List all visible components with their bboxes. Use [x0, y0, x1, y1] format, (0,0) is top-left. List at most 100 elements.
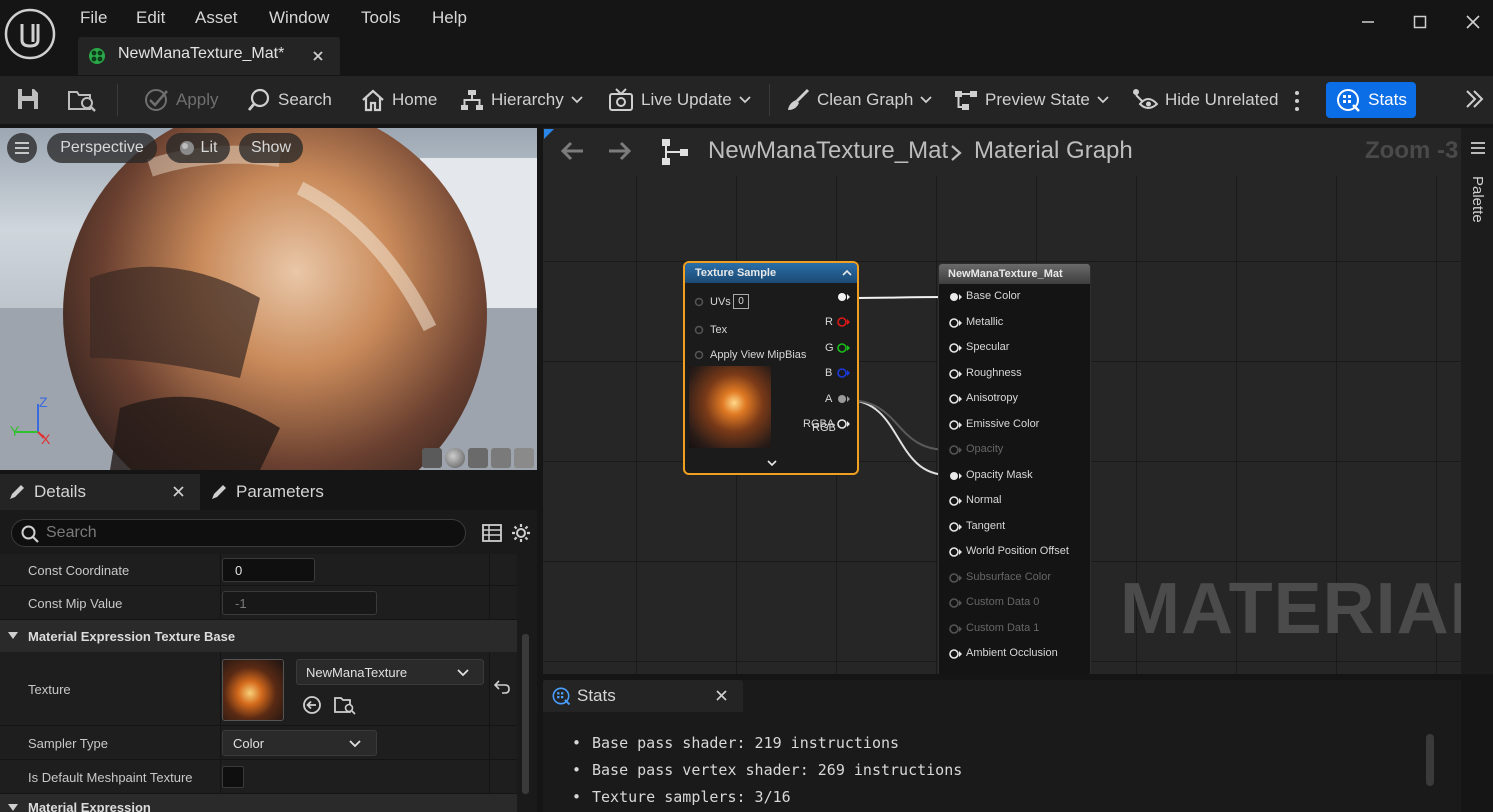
minimize-icon[interactable]	[1361, 15, 1375, 29]
back-arrow-icon[interactable]	[559, 140, 585, 162]
breadcrumb-graph[interactable]: Material Graph	[974, 137, 1133, 165]
pencil-icon	[10, 485, 24, 499]
category-material-expression[interactable]: Material Expression	[0, 794, 517, 812]
perspective-button[interactable]: Perspective	[47, 133, 157, 163]
stats-button[interactable]: Stats	[1326, 82, 1416, 118]
material-input-pin	[949, 623, 962, 634]
material-input-pin[interactable]	[948, 419, 964, 431]
plane-mesh-button[interactable]	[468, 448, 488, 468]
sampler-type-dropdown[interactable]: Color	[222, 730, 377, 756]
material-input-pin[interactable]	[948, 648, 964, 660]
browse-asset-icon[interactable]	[68, 87, 96, 113]
close-tab-icon[interactable]	[312, 50, 324, 62]
material-input-pin[interactable]	[948, 342, 964, 354]
tab-details[interactable]: Details	[8, 474, 86, 510]
table-view-icon[interactable]	[482, 523, 502, 543]
material-input-pin[interactable]	[948, 368, 964, 380]
reset-to-default-icon[interactable]	[494, 680, 510, 694]
document-tab[interactable]: NewManaTexture_Mat*	[78, 37, 340, 75]
search-icon	[21, 525, 39, 543]
apply-button[interactable]: Apply	[143, 76, 219, 124]
palette-label[interactable]: Palette	[1469, 176, 1486, 223]
close-tab-icon[interactable]	[716, 690, 727, 701]
material-input-pin[interactable]	[948, 521, 964, 533]
gear-icon[interactable]	[511, 523, 531, 543]
menu-file[interactable]: File	[80, 6, 107, 30]
material-input-label: Metallic	[966, 315, 1004, 328]
material-input-pin[interactable]	[948, 546, 964, 558]
graph-root-icon[interactable]	[661, 138, 691, 166]
menu-asset[interactable]: Asset	[195, 6, 238, 30]
chevron-double-right-icon[interactable]	[1464, 89, 1484, 109]
details-search-input[interactable]	[46, 523, 446, 543]
preview-viewport[interactable]: Perspective Lit Show Z Y X	[0, 128, 537, 470]
use-selected-asset-icon[interactable]	[302, 695, 322, 715]
tab-details-label: Details	[34, 482, 86, 501]
category-texture-base[interactable]: Material Expression Texture Base	[0, 620, 517, 652]
preview-state-button[interactable]: Preview State	[954, 76, 1109, 124]
material-input-pin[interactable]	[948, 470, 964, 482]
custom-mesh-button[interactable]	[514, 448, 534, 468]
menu-tools[interactable]: Tools	[361, 6, 401, 30]
menu-edit[interactable]: Edit	[136, 6, 165, 30]
live-update-icon	[609, 88, 633, 111]
cylinder-mesh-button[interactable]	[422, 448, 442, 468]
material-input-label: Anisotropy	[966, 392, 1018, 404]
preview-sphere-render	[0, 128, 537, 470]
const-coordinate-field[interactable]: 0	[222, 558, 315, 582]
property-row-const-mip: Const Mip Value -1	[0, 586, 517, 620]
property-row-texture: Texture NewManaTexture	[0, 652, 517, 726]
hierarchy-button[interactable]: Hierarchy	[460, 76, 583, 124]
stats-tab[interactable]: Stats	[543, 680, 743, 712]
chevron-down-icon	[920, 96, 933, 104]
graph-header: NewManaTexture_Mat Material Graph Zoom -…	[543, 128, 1461, 176]
material-input-label: Emissive Color	[966, 417, 1040, 430]
live-update-button[interactable]: Live Update	[608, 76, 751, 124]
palette-panel[interactable]: Palette	[1461, 128, 1493, 674]
breadcrumb-asset[interactable]: NewManaTexture_Mat	[708, 137, 948, 165]
sphere-mesh-button[interactable]	[445, 448, 465, 468]
title-bar: File Edit Asset Window Tools Help NewMan…	[0, 0, 1493, 76]
preview-state-icon	[955, 91, 977, 110]
meshpaint-checkbox[interactable]	[222, 766, 244, 788]
caret-down-icon	[8, 804, 18, 811]
texture-asset-picker[interactable]: NewManaTexture	[296, 659, 484, 685]
texture-thumbnail[interactable]	[222, 659, 284, 721]
search-button[interactable]: Search	[247, 76, 332, 124]
show-button[interactable]: Show	[239, 133, 303, 163]
unreal-logo-icon[interactable]	[4, 8, 56, 60]
chevron-down-icon	[571, 96, 583, 104]
material-input-pin[interactable]	[948, 495, 964, 507]
apply-icon	[145, 89, 168, 111]
show-label: Show	[250, 139, 292, 156]
stats-scrollbar[interactable]	[1426, 734, 1434, 786]
close-tab-icon[interactable]	[173, 486, 184, 497]
hide-unrelated-button[interactable]: Hide Unrelated	[1132, 76, 1278, 124]
menu-window[interactable]: Window	[269, 6, 329, 30]
lit-button[interactable]: Lit	[166, 133, 230, 163]
corner-marker-icon	[544, 129, 554, 139]
viewport-menu-button[interactable]	[7, 133, 37, 163]
cube-mesh-button[interactable]	[491, 448, 511, 468]
material-input-pin	[949, 572, 962, 583]
more-options-icon[interactable]	[1293, 90, 1301, 112]
stats-label: Stats	[1368, 90, 1407, 109]
close-window-icon[interactable]	[1466, 15, 1480, 29]
maximize-icon[interactable]	[1413, 15, 1427, 29]
material-input-pin[interactable]	[948, 291, 964, 303]
material-input-label: World Position Offset	[966, 545, 1069, 557]
material-input-pin[interactable]	[948, 393, 964, 405]
menu-help[interactable]: Help	[432, 6, 467, 30]
tab-parameters[interactable]: Parameters	[210, 474, 324, 510]
clean-graph-label: Clean Graph	[817, 90, 914, 109]
search-icon	[247, 88, 270, 111]
home-button[interactable]: Home	[361, 76, 437, 124]
details-scrollbar[interactable]	[522, 634, 529, 794]
palette-menu-icon[interactable]	[1470, 141, 1486, 155]
forward-arrow-icon[interactable]	[607, 140, 633, 162]
material-input-pin[interactable]	[948, 317, 964, 329]
browse-folder-icon[interactable]	[334, 695, 356, 715]
clean-graph-button[interactable]: Clean Graph	[786, 76, 933, 124]
save-icon[interactable]	[16, 87, 40, 111]
material-graph-editor[interactable]: Texture Sample UVs 0 Tex Apply View MipB…	[543, 128, 1461, 674]
